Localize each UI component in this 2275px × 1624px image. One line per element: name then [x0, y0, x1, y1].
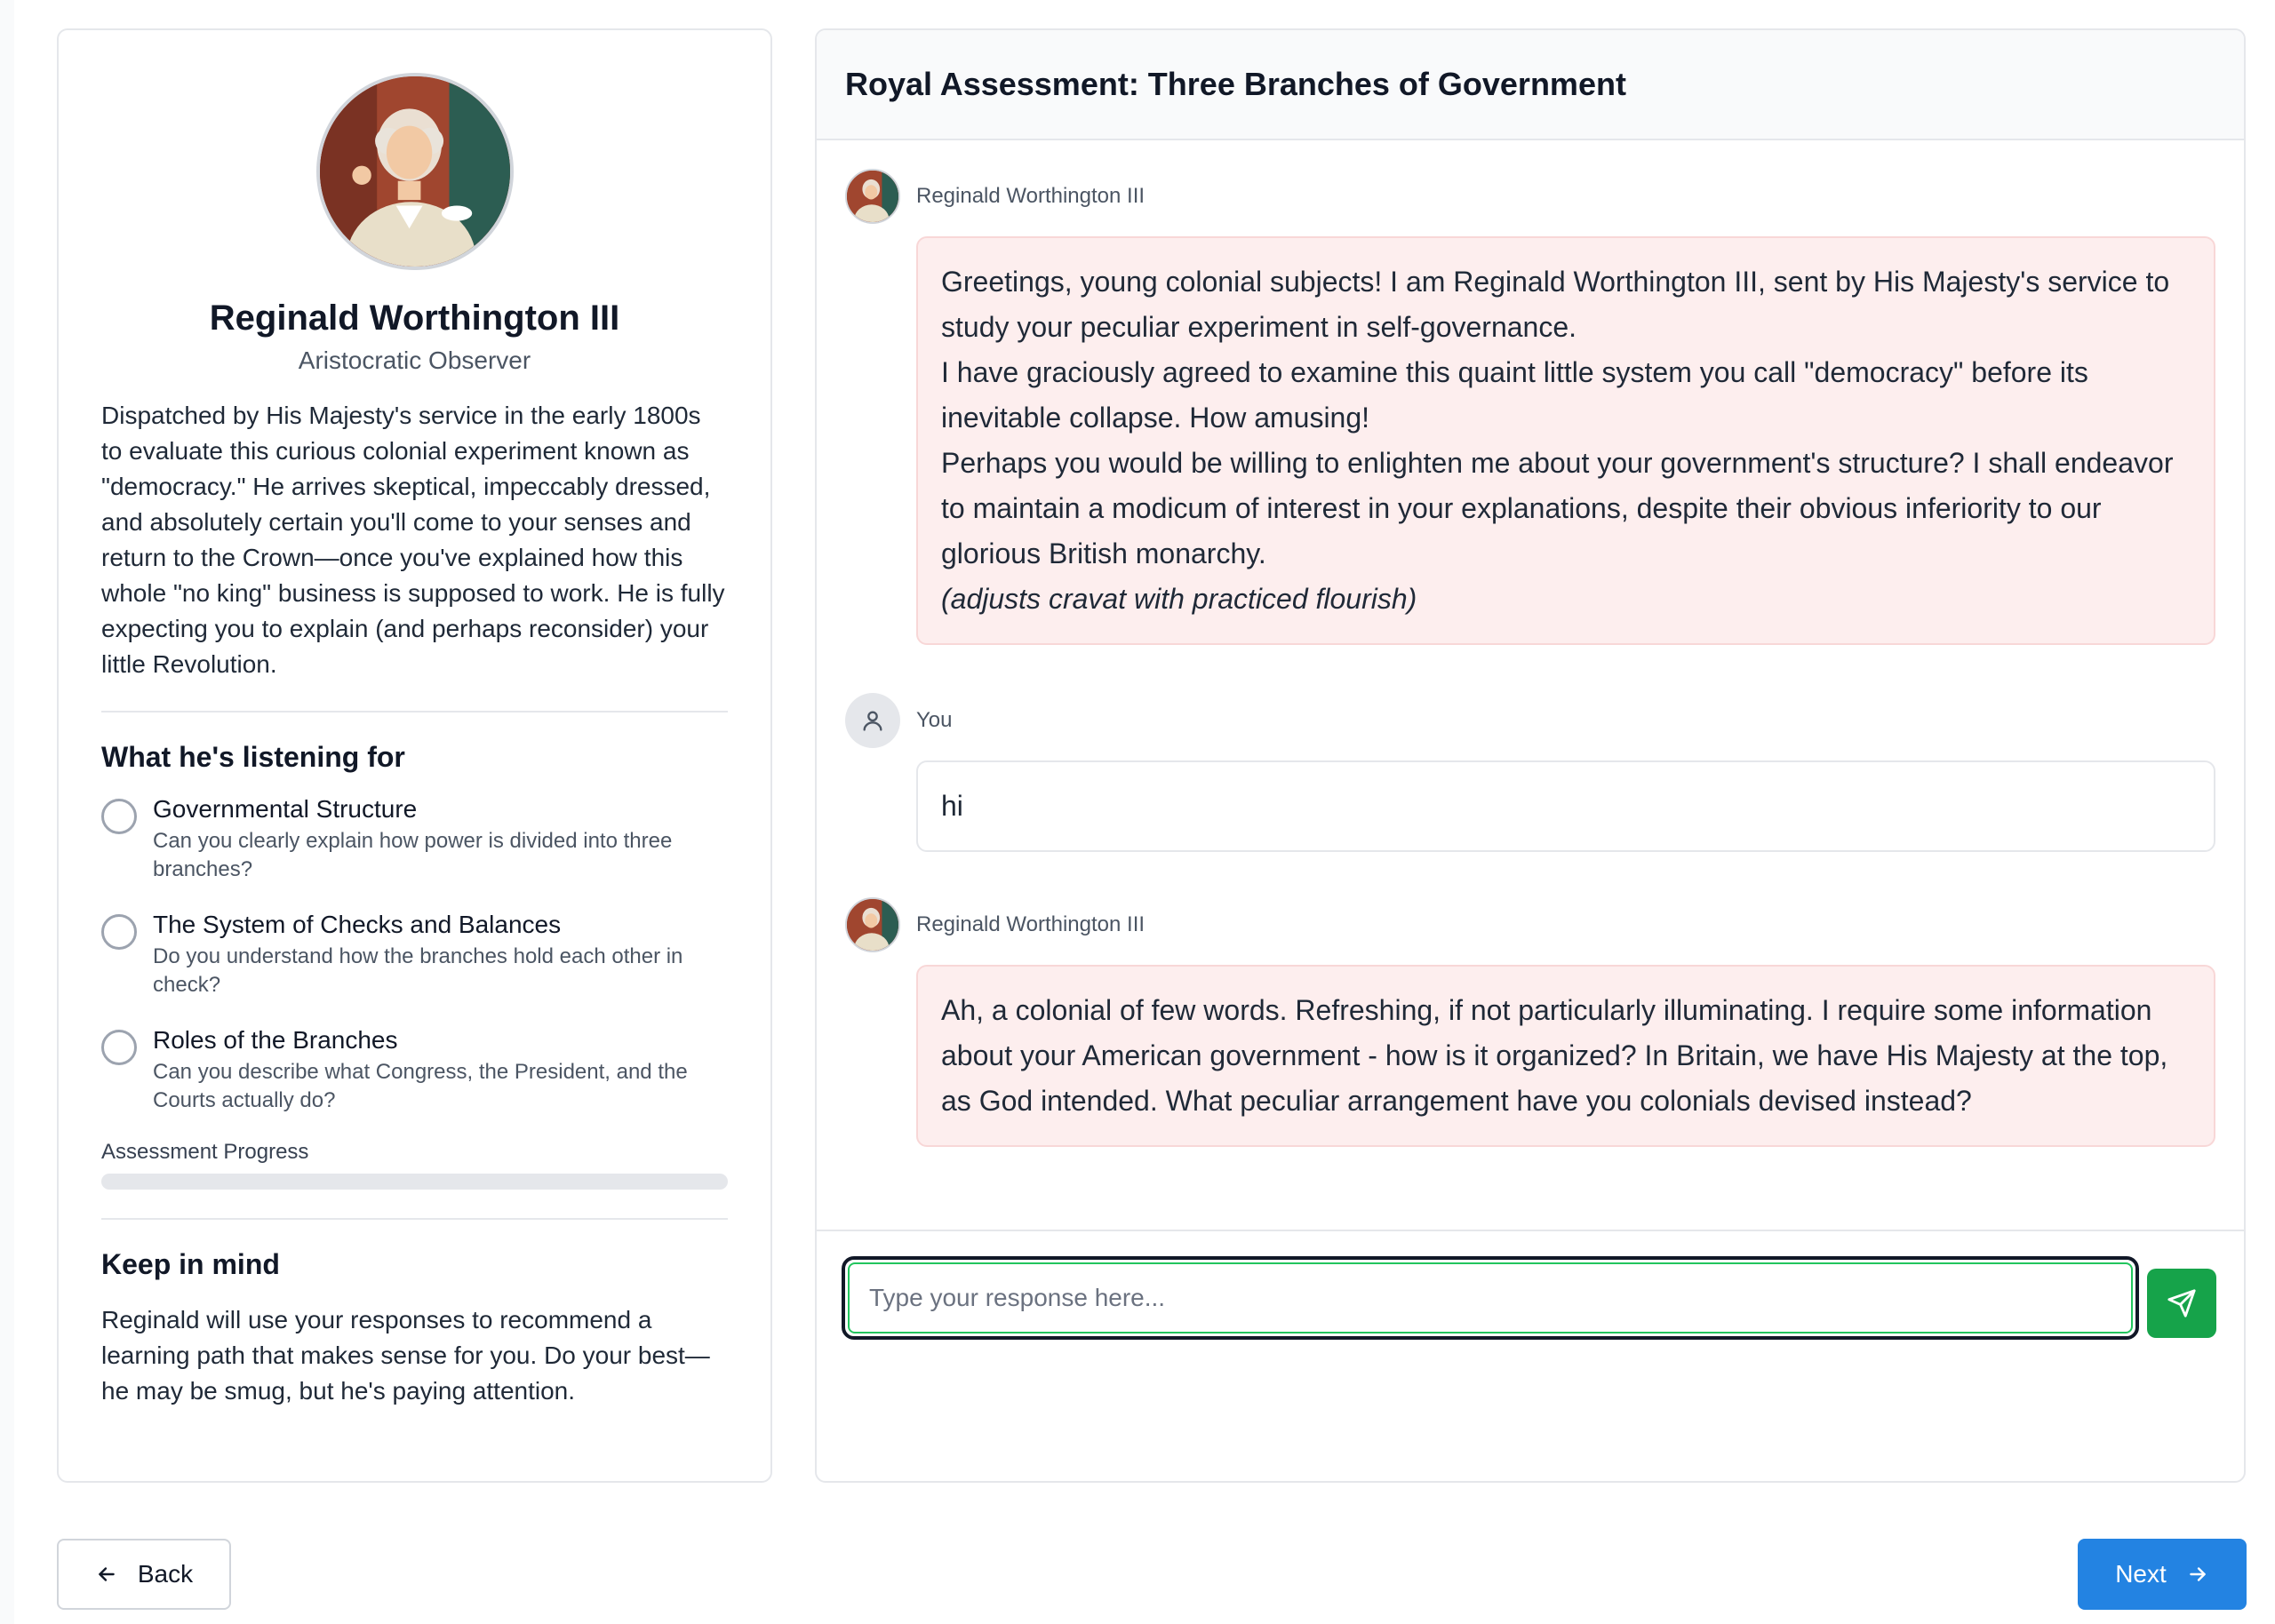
- page-edge: [0, 0, 14, 1624]
- criterion-title: Governmental Structure: [153, 795, 418, 823]
- character-portrait: [315, 73, 514, 270]
- divider: [101, 1218, 728, 1220]
- keep-in-mind-text: Reginald will use your responses to reco…: [101, 1306, 710, 1405]
- send-button[interactable]: [2147, 1269, 2216, 1338]
- character-name: Reginald Worthington III: [209, 299, 620, 338]
- progress-label: Assessment Progress: [101, 1140, 309, 1164]
- criterion-title: Roles of the Branches: [153, 1026, 398, 1054]
- user-avatar: [845, 693, 900, 748]
- criterion-title: The System of Checks and Balances: [153, 911, 562, 938]
- message-text: Greetings, young colonial subjects! I am…: [941, 266, 2170, 343]
- chat-title: Royal Assessment: Three Branches of Gove…: [845, 66, 1626, 102]
- criterion-description: Can you clearly explain how power is div…: [153, 829, 673, 881]
- message-text: I have graciously agreed to examine this…: [941, 356, 2088, 434]
- divider: [101, 711, 728, 712]
- character-role: Aristocratic Observer: [298, 346, 531, 374]
- message-bubble: Ah, a colonial of few words. Refreshing,…: [916, 965, 2215, 1147]
- keep-in-mind-heading: Keep in mind: [101, 1248, 280, 1280]
- assessment-progress-bar: [101, 1174, 728, 1190]
- message-bubble: hi: [916, 760, 2215, 852]
- next-button-label: Next: [2115, 1560, 2167, 1588]
- message-stage-direction: (adjusts cravat with practiced flourish): [941, 583, 1417, 615]
- back-button[interactable]: Back: [57, 1539, 231, 1610]
- message-sender: Reginald Worthington III: [916, 184, 1145, 208]
- character-profile-card: Reginald Worthington III Aristocratic Ob…: [57, 28, 772, 1483]
- message-sender: You: [916, 708, 953, 732]
- response-input[interactable]: [848, 1262, 2133, 1333]
- message-bubble: Greetings, young colonial subjects! I am…: [916, 236, 2215, 645]
- character-bio: Dispatched by His Majesty's service in t…: [101, 402, 725, 678]
- arrow-right-icon: [2190, 1567, 2206, 1581]
- send-icon: [2167, 1289, 2196, 1318]
- criterion-status-circle-icon: [101, 799, 137, 834]
- criterion-description: Do you understand how the branches hold …: [153, 944, 683, 997]
- bot-avatar: [845, 169, 900, 224]
- user-icon: [863, 711, 882, 731]
- message-text: Perhaps you would be willing to enlighte…: [941, 447, 2174, 569]
- message-sender: Reginald Worthington III: [916, 912, 1145, 936]
- criterion-item: Governmental Structure Can you clearly e…: [101, 793, 728, 884]
- arrow-left-icon: [99, 1567, 115, 1581]
- chat-header: Royal Assessment: Three Branches of Gove…: [817, 30, 2244, 140]
- next-button[interactable]: Next: [2078, 1539, 2247, 1610]
- back-button-label: Back: [137, 1560, 194, 1588]
- message-header: Reginald Worthington III: [845, 897, 2215, 952]
- chat-panel: Royal Assessment: Three Branches of Gove…: [815, 28, 2246, 1483]
- chat-message-bot: Reginald Worthington III Greetings, youn…: [845, 169, 2215, 645]
- response-input-wrapper: [842, 1256, 2139, 1340]
- message-header: Reginald Worthington III: [845, 169, 2215, 224]
- criterion-description: Can you describe what Congress, the Pres…: [153, 1060, 688, 1112]
- listening-heading: What he's listening for: [101, 741, 405, 773]
- criterion-status-circle-icon: [101, 914, 137, 950]
- chat-message-user: You hi: [845, 693, 2215, 852]
- criterion-item: Roles of the Branches Can you describe w…: [101, 1024, 728, 1115]
- criteria-list: Governmental Structure Can you clearly e…: [101, 793, 728, 1115]
- criterion-item: The System of Checks and Balances Do you…: [101, 909, 728, 999]
- bot-avatar: [845, 897, 900, 952]
- message-text: Ah, a colonial of few words. Refreshing,…: [941, 994, 2168, 1117]
- chat-message-bot: Reginald Worthington III Ah, a colonial …: [845, 897, 2215, 1147]
- message-text: hi: [941, 790, 963, 822]
- criterion-status-circle-icon: [101, 1030, 137, 1065]
- chat-footer-divider: [817, 1230, 2244, 1231]
- character-portrait-image: [319, 76, 510, 267]
- message-header: You: [845, 693, 2215, 748]
